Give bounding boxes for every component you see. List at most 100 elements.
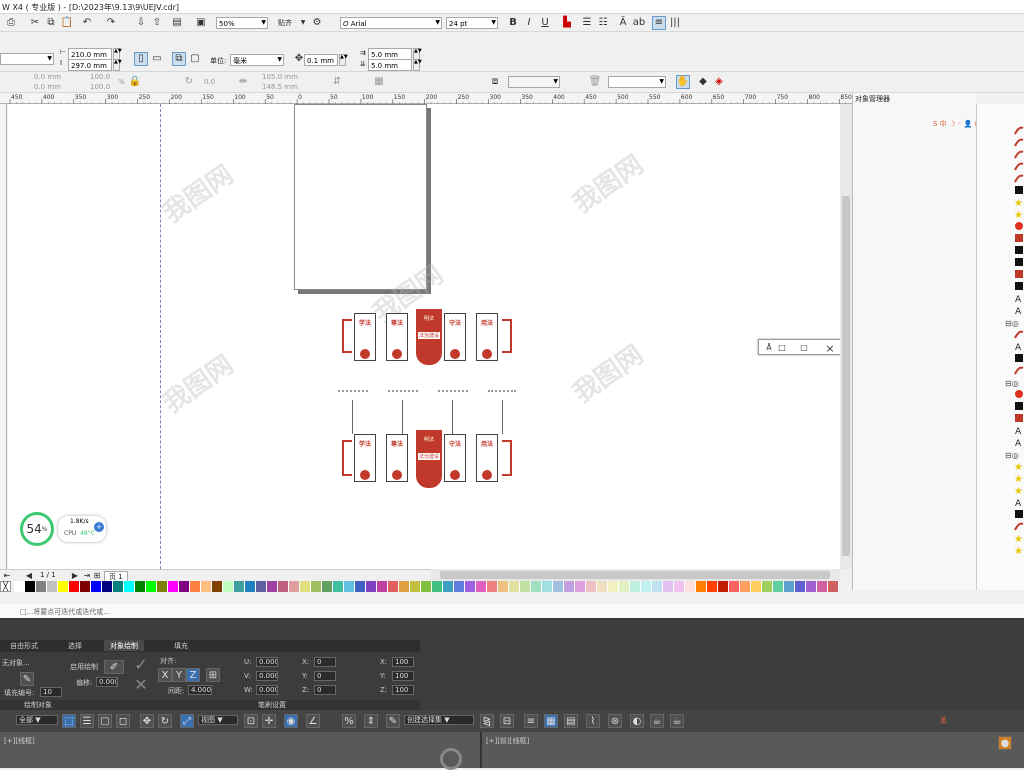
color-swatch[interactable] <box>388 581 399 592</box>
object-list-icon[interactable]: ⊟◎ <box>1005 319 1019 328</box>
dup-y-spinner[interactable]: ▲▼ <box>413 59 422 71</box>
object-list-icon[interactable] <box>1014 522 1024 531</box>
color-swatch[interactable] <box>531 581 542 592</box>
color-swatch[interactable] <box>157 581 168 592</box>
color-swatch[interactable] <box>817 581 828 592</box>
object-list-icon[interactable]: A <box>1015 307 1022 317</box>
color-swatch[interactable] <box>773 581 784 592</box>
color-swatch[interactable] <box>740 581 751 592</box>
redo-icon[interactable]: ↷ <box>104 16 118 30</box>
object-list-icon[interactable] <box>1015 270 1023 278</box>
rect-select-icon[interactable]: ▢ <box>98 714 112 728</box>
wrap-text-icon[interactable]: ⧈ <box>488 75 502 89</box>
perf-widget[interactable]: 54% 1.8K/s CPU 48°C + <box>20 512 110 546</box>
snap-toggle-icon[interactable]: ◉ <box>284 714 298 728</box>
horizontal-text-icon[interactable]: ≡ <box>652 16 666 30</box>
color-swatch[interactable] <box>190 581 201 592</box>
object-list-icon[interactable] <box>1014 330 1024 339</box>
object-list-icon[interactable]: ⊟◎ <box>1005 451 1019 460</box>
object-list-icon[interactable]: ★ <box>1014 486 1023 497</box>
rx-field[interactable]: 0 <box>314 657 336 667</box>
object-list-icon[interactable] <box>1014 162 1024 171</box>
italic-icon[interactable]: I <box>522 16 536 30</box>
u-field[interactable]: 0.000 <box>256 657 278 667</box>
select-icon[interactable]: ⬚ <box>62 714 76 728</box>
scroll-thumb[interactable] <box>842 196 850 556</box>
fill-number-field[interactable]: 10 <box>40 687 62 697</box>
render-setup-icon[interactable]: ☕ <box>650 714 664 728</box>
object-list-icon[interactable]: A <box>1015 343 1022 353</box>
color-swatch[interactable] <box>201 581 212 592</box>
color-swatch[interactable] <box>245 581 256 592</box>
spacing-field[interactable]: 4.000 <box>188 685 212 695</box>
object-list-icon[interactable] <box>1015 510 1023 518</box>
app-launcher-icon[interactable]: ▤ <box>170 16 184 30</box>
text-color-icon[interactable]: ▙ <box>560 16 574 30</box>
color-swatch[interactable] <box>542 581 553 592</box>
color-swatch[interactable] <box>36 581 47 592</box>
floating-window[interactable]: Ā □ □ × <box>758 339 840 355</box>
color-swatch[interactable] <box>278 581 289 592</box>
object-list-icon[interactable] <box>1015 282 1023 290</box>
style-select[interactable]: ▼ <box>608 76 666 88</box>
cross-icon[interactable]: ✕ <box>134 675 148 694</box>
object-list-icon[interactable]: ★ <box>1014 210 1023 221</box>
scene-explorer-icon[interactable]: ▦ <box>544 714 558 728</box>
color-swatch[interactable] <box>465 581 476 592</box>
vertical-ruler[interactable] <box>0 104 7 569</box>
color-swatch[interactable] <box>399 581 410 592</box>
pivot-icon[interactable]: ⊡ <box>244 714 258 728</box>
color-swatch[interactable] <box>212 581 223 592</box>
color-swatch[interactable] <box>91 581 102 592</box>
sx-field[interactable]: 100 <box>392 657 414 667</box>
viewcube[interactable] <box>440 748 462 770</box>
color-swatch[interactable] <box>113 581 124 592</box>
color-swatch[interactable] <box>300 581 311 592</box>
color-swatch[interactable] <box>828 581 839 592</box>
color-swatch[interactable] <box>322 581 333 592</box>
tab-freeform[interactable]: 自由形式 <box>4 640 44 651</box>
paint-icon[interactable]: ✎ <box>20 672 34 686</box>
export-icon[interactable]: ⇧ <box>150 16 164 30</box>
tab-object-paint[interactable]: 对象绘制 <box>104 640 144 651</box>
copy-icon[interactable]: ⧉ <box>44 16 58 30</box>
color-swatch[interactable] <box>234 581 245 592</box>
viewport-icon[interactable]: ● <box>998 736 1012 750</box>
color-swatch[interactable] <box>168 581 179 592</box>
object-list-icon[interactable] <box>1015 258 1023 266</box>
color-swatch[interactable] <box>223 581 234 592</box>
tab-select[interactable]: 选择 <box>62 640 88 651</box>
object-list-icon[interactable] <box>1015 354 1023 362</box>
object-list-icon[interactable]: ★ <box>1014 198 1023 209</box>
material-editor-icon[interactable]: ◐ <box>630 714 644 728</box>
color-swatch[interactable] <box>377 581 388 592</box>
axis-settings-icon[interactable]: ⊞ <box>206 668 220 682</box>
color-swatch[interactable] <box>564 581 575 592</box>
object-list-icon[interactable]: ⊟◎ <box>1005 379 1019 388</box>
curve-editor-icon[interactable]: ⌇ <box>586 714 600 728</box>
color-swatch[interactable] <box>674 581 685 592</box>
bold-icon[interactable]: B <box>506 16 520 30</box>
color-swatch[interactable] <box>476 581 487 592</box>
object-list-icon[interactable]: ★ <box>1014 462 1023 473</box>
page-outline[interactable] <box>294 104 427 290</box>
color-swatch[interactable] <box>267 581 278 592</box>
scale-icon[interactable]: ⤢ <box>180 714 194 728</box>
color-swatch[interactable] <box>69 581 80 592</box>
portrait-icon[interactable]: ▯ <box>134 52 148 66</box>
color-swatch[interactable] <box>696 581 707 592</box>
color-swatch[interactable] <box>718 581 729 592</box>
color-swatch[interactable] <box>762 581 773 592</box>
selection-filter[interactable]: 全部 ▼ <box>16 715 58 725</box>
object-list-icon[interactable] <box>1015 390 1023 398</box>
color-swatch[interactable] <box>520 581 531 592</box>
x-axis-button[interactable]: X <box>158 668 172 682</box>
ry-field[interactable]: 0 <box>314 671 336 681</box>
vertical-scrollbar[interactable] <box>840 104 852 569</box>
nudge-field[interactable]: 0.1 mm <box>304 54 338 66</box>
color-swatch[interactable] <box>14 581 25 592</box>
angle-snap-icon[interactable]: ∠ <box>306 714 320 728</box>
select-manip-icon[interactable]: ✛ <box>262 714 276 728</box>
color-swatch[interactable] <box>784 581 795 592</box>
ime-indicator[interactable]: S 中 ☽ ◦ 👤 ⊞ <box>933 119 981 129</box>
